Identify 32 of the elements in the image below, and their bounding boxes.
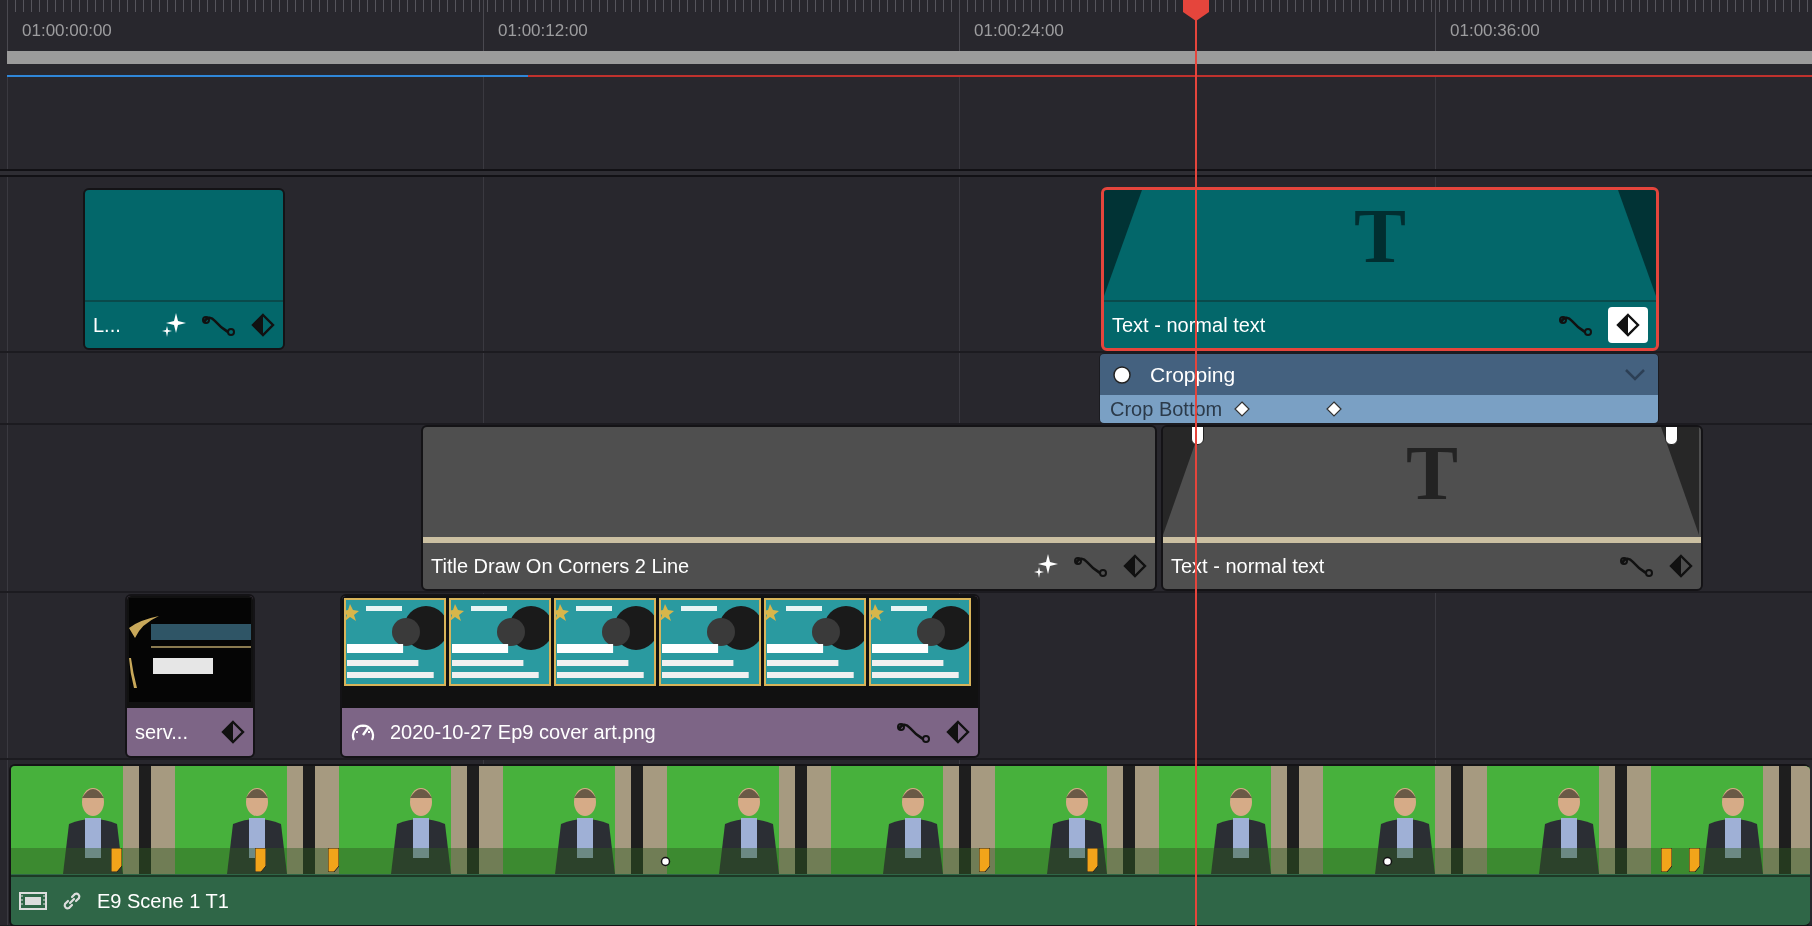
keyframe-dot-icon [1382, 856, 1393, 867]
image-clip[interactable]: serv... [125, 594, 255, 758]
clip-label: Title Draw On Corners 2 Line [431, 554, 691, 579]
image-clip[interactable]: 2020-10-27 Ep9 cover art.png [340, 594, 980, 758]
trim-handle[interactable] [1665, 427, 1678, 445]
curve-icon[interactable] [201, 313, 237, 337]
video-clip[interactable]: E9 Scene 1 T1 [9, 764, 1810, 926]
effects-icon [161, 312, 187, 338]
marker-icon[interactable] [255, 848, 266, 872]
marker-icon[interactable] [979, 848, 990, 872]
link-icon[interactable] [61, 890, 83, 912]
marker-icon[interactable] [1689, 848, 1700, 872]
clip-label: L... [93, 313, 122, 338]
marker-icon[interactable] [1087, 848, 1098, 872]
title-clip[interactable]: L... [83, 188, 285, 350]
title-glyph: T [1354, 194, 1406, 278]
effects-icon [1033, 553, 1059, 579]
keyframe-diamond-icon[interactable] [1234, 401, 1250, 417]
marker-icon[interactable] [1661, 848, 1672, 872]
film-icon [19, 891, 47, 911]
clip-label: E9 Scene 1 T1 [97, 889, 230, 914]
keyframe-icon[interactable] [1608, 307, 1648, 343]
clip-label: serv... [135, 720, 189, 745]
keyframe-diamond-icon[interactable] [1326, 401, 1342, 417]
title-clip[interactable]: Title Draw On Corners 2 Line [421, 425, 1157, 591]
keyframe-toggle-icon[interactable] [1112, 364, 1132, 385]
curve-icon[interactable] [1558, 313, 1594, 337]
clip-label: 2020-10-27 Ep9 cover art.png [390, 720, 657, 745]
curve-icon[interactable] [1619, 554, 1655, 578]
curve-icon[interactable] [896, 720, 932, 744]
keyframe-dot-icon [660, 856, 671, 867]
curve-icon[interactable] [1073, 554, 1109, 578]
